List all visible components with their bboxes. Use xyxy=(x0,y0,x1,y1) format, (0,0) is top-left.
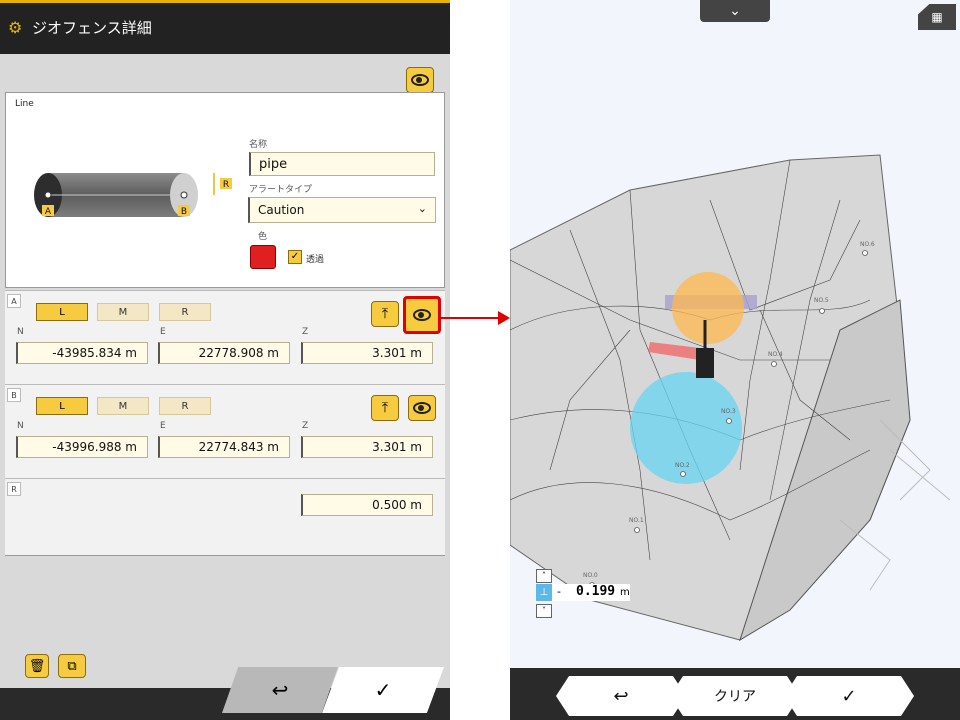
label-r-text: R xyxy=(223,180,229,190)
color-swatch[interactable] xyxy=(250,245,276,269)
point-b-visibility-button[interactable] xyxy=(408,395,436,421)
measure-icon: ⤒ xyxy=(381,400,389,416)
chevron-up-icon: ˄ xyxy=(542,571,546,580)
arrow-connector xyxy=(440,311,510,325)
radius-section: R 0.500 m xyxy=(5,478,445,556)
eye-icon xyxy=(413,309,431,321)
header-bar: ⚙ ジオフェンス詳細 xyxy=(0,0,450,54)
point-a-mode-m[interactable]: M xyxy=(97,303,149,321)
point-a-n-label: N xyxy=(17,327,24,337)
3d-view-panel: ⌄ ▦ NO.6 NO.5 NO.4 NO.3 NO.2 NO.1 NO.0 ˄… xyxy=(510,0,960,720)
eye-icon xyxy=(411,74,429,86)
visibility-toggle-button[interactable] xyxy=(406,67,434,93)
measure-icon: ⤒ xyxy=(381,306,389,322)
alert-type-value: Caution xyxy=(258,203,305,217)
height-readout: ⊥ - 0.199 m xyxy=(536,584,630,601)
name-label: 名称 xyxy=(249,140,268,150)
gear-icon: ⚙ xyxy=(8,18,23,37)
alert-type-select[interactable]: Caution ⌄ xyxy=(248,197,436,223)
point-b-z-label: Z xyxy=(302,421,309,431)
point-b-e-input[interactable]: 22774.843 m xyxy=(158,436,290,458)
eye-icon xyxy=(413,402,431,414)
delete-button[interactable]: 🗑 xyxy=(25,654,49,678)
label-a-text: A xyxy=(45,207,52,217)
check-icon: ✓ xyxy=(841,685,857,707)
check-icon: ✓ xyxy=(374,678,392,702)
point-label-no1: NO.1 xyxy=(629,517,644,524)
color-label: 色 xyxy=(258,232,268,242)
label-b-text: B xyxy=(181,207,187,217)
point-label-no6: NO.6 xyxy=(860,241,875,248)
back-arrow-icon: ↩ xyxy=(613,685,629,707)
radius-tag: R xyxy=(7,482,21,496)
check-icon: ✓ xyxy=(290,251,300,262)
excavator-shape xyxy=(696,348,714,378)
point-label-no2: NO.2 xyxy=(675,462,690,469)
point-b-tag: B xyxy=(7,388,21,402)
point-a-e-label: E xyxy=(160,327,166,337)
point-b-e-label: E xyxy=(160,421,166,431)
pipe-diagram: A B R xyxy=(34,173,232,217)
tab-line-label: Line xyxy=(15,99,34,109)
point-a-section: A L M R ⤒ N E Z -43985.834 m 22778.908 m… xyxy=(5,290,445,384)
height-up-button[interactable]: ˄ xyxy=(536,569,552,583)
clear-button[interactable]: クリア xyxy=(670,676,800,716)
point-b-section: B L M R ⤒ N E Z -43996.988 m 22774.843 m… xyxy=(5,384,445,478)
terrain-mesh: NO.6 NO.5 NO.4 NO.3 NO.2 NO.1 NO.0 xyxy=(510,154,951,642)
point-a-marker xyxy=(44,191,52,199)
point-a-z-input[interactable]: 3.301 m xyxy=(301,342,433,364)
transparent-label: 透過 xyxy=(306,255,325,265)
point-a-tag: A xyxy=(7,294,21,308)
point-label-no5: NO.5 xyxy=(814,297,829,304)
height-unit: m xyxy=(620,587,630,598)
confirm-button[interactable]: ✓ xyxy=(322,667,444,713)
point-a-mode-r[interactable]: R xyxy=(159,303,211,321)
point-a-mode-l[interactable]: L xyxy=(36,303,88,321)
point-b-marker xyxy=(180,191,188,199)
point-a-measure-button[interactable]: ⤒ xyxy=(371,301,399,327)
radius-input[interactable]: 0.500 m xyxy=(301,494,433,516)
alert-type-label: アラートタイプ xyxy=(249,185,313,195)
trash-icon: 🗑 xyxy=(28,658,46,674)
height-sign: - xyxy=(557,585,561,598)
point-b-n-input[interactable]: -43996.988 m xyxy=(16,436,148,458)
height-value: 0.199 xyxy=(576,584,616,599)
geofence-card: Line A B R 名称 pipe アラートタイプ Caution ⌄ 色 ✓… xyxy=(5,92,445,288)
point-label-no0: NO.0 xyxy=(583,572,598,579)
chevron-down-icon: ⌄ xyxy=(417,202,427,215)
back-button[interactable]: ↩ xyxy=(222,667,338,713)
point-label-no3: NO.3 xyxy=(721,408,736,415)
point-b-measure-button[interactable]: ⤒ xyxy=(371,395,399,421)
copy-icon: ⧉ xyxy=(67,658,77,674)
name-input[interactable]: pipe xyxy=(249,152,435,176)
3d-confirm-button[interactable]: ✓ xyxy=(784,676,914,716)
point-b-z-input[interactable]: 3.301 m xyxy=(301,436,433,458)
transparent-checkbox[interactable]: ✓ xyxy=(288,250,302,264)
point-a-z-label: Z xyxy=(302,327,309,337)
back-arrow-icon: ↩ xyxy=(271,678,289,702)
page-title: ジオフェンス詳細 xyxy=(32,19,152,37)
point-a-sphere xyxy=(672,272,744,344)
point-b-mode-m[interactable]: M xyxy=(97,397,149,415)
point-a-n-input[interactable]: -43985.834 m xyxy=(16,342,148,364)
height-down-button[interactable]: ˅ xyxy=(536,604,552,618)
3d-back-button[interactable]: ↩ xyxy=(556,676,686,716)
geofence-detail-panel: ⚙ ジオフェンス詳細 Line A B R 名称 pipe アラートタイプ Ca… xyxy=(0,0,450,720)
height-level-icon: ⊥ xyxy=(536,584,552,601)
point-b-mode-r[interactable]: R xyxy=(159,397,211,415)
copy-button[interactable]: ⧉ xyxy=(58,654,86,678)
point-b-n-label: N xyxy=(17,421,24,431)
point-a-e-input[interactable]: 22778.908 m xyxy=(158,342,290,364)
point-a-visibility-button[interactable] xyxy=(403,296,441,334)
point-label-no4: NO.4 xyxy=(768,351,783,358)
point-b-mode-l[interactable]: L xyxy=(36,397,88,415)
chevron-down-icon: ˅ xyxy=(542,606,546,615)
